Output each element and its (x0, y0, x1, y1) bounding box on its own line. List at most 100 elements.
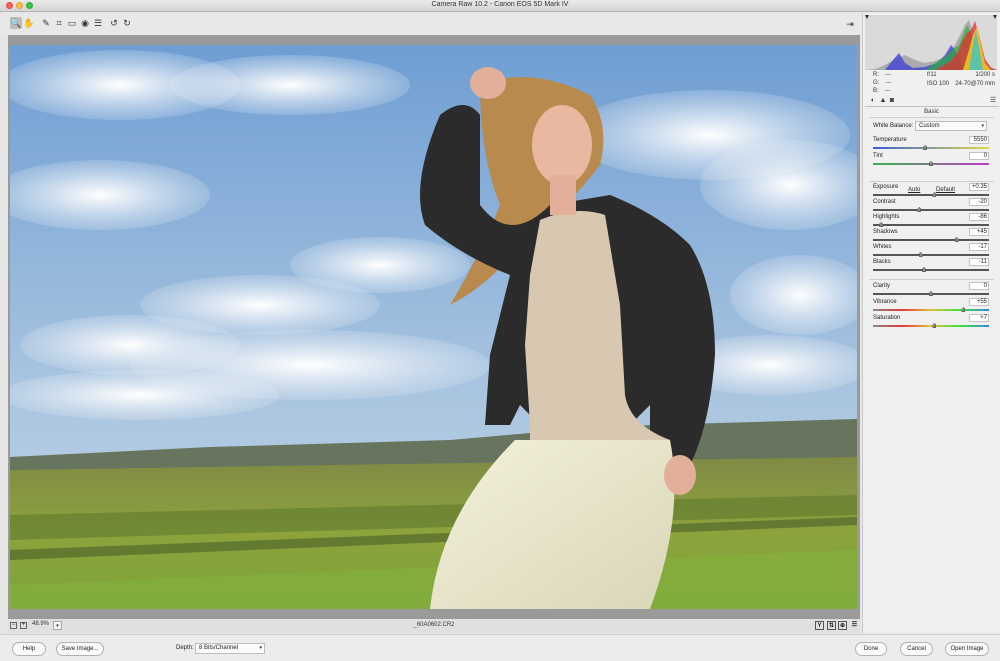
highlights-value-field[interactable]: -86 (969, 213, 989, 221)
tint-thumb[interactable] (929, 161, 933, 166)
toggle-fullscreen-icon[interactable]: ⇥ (844, 18, 856, 30)
depth-value: 8 Bits/Channel (199, 645, 239, 651)
swap-settings-icon[interactable]: ⇅ (827, 621, 836, 630)
panel-menu-icon[interactable]: ☰ (989, 97, 997, 105)
crop-tool-icon[interactable]: ⌗ (53, 17, 65, 29)
highlights-thumb[interactable] (879, 222, 884, 227)
g-label: G: (873, 80, 880, 86)
cancel-button[interactable]: Cancel (900, 642, 933, 656)
r-label: R: (873, 72, 879, 78)
window-title: Camera Raw 10.2 - Canon EOS 5D Mark IV (431, 1, 569, 8)
shadows-value-field[interactable]: +45 (969, 228, 989, 236)
clarity-value-field[interactable]: 0 (969, 282, 989, 290)
settings-menu-icon[interactable]: ☰ (850, 621, 859, 630)
view-toggle-before-after-icon[interactable]: Y (815, 621, 824, 630)
whites-thumb[interactable] (918, 252, 923, 257)
blacks-slider[interactable]: Blacks -11 (873, 258, 989, 273)
temperature-label: Temperature (873, 137, 907, 143)
histogram (865, 15, 997, 70)
white-balance-select[interactable]: Custom ▾ (915, 121, 987, 131)
saturation-slider[interactable]: Saturation +7 (873, 314, 989, 329)
highlights-track[interactable] (873, 224, 989, 226)
shadows-slider[interactable]: Shadows +45 (873, 228, 989, 243)
chevron-down-icon: ▾ (981, 123, 984, 129)
preview-status-bar: − + 48.9% ▾ _60A0602.CR2 Y ⇅ ⊕ ☰ (8, 619, 860, 633)
file-name: _60A0602.CR2 (413, 622, 455, 628)
vibrance-thumb[interactable] (961, 307, 966, 312)
contrast-track[interactable] (873, 209, 989, 211)
shadows-track[interactable] (873, 239, 989, 241)
done-button[interactable]: Done (855, 642, 887, 656)
highlights-slider[interactable]: Highlights -86 (873, 213, 989, 228)
camera-raw-window: Camera Raw 10.2 - Canon EOS 5D Mark IV 🔍… (0, 0, 1000, 661)
exposure-value-field[interactable]: +0.35 (969, 183, 989, 191)
vibrance-slider[interactable]: Vibrance +55 (873, 298, 989, 313)
tint-slider[interactable]: Tint 0 (873, 152, 989, 167)
saturation-track[interactable] (873, 325, 989, 327)
rotate-right-tool-icon[interactable]: ↻ (121, 17, 133, 29)
temperature-track[interactable] (873, 147, 989, 149)
shutter-speed: 1/200 s (975, 72, 995, 78)
depth-label: Depth: (176, 645, 194, 651)
exposure-thumb[interactable] (932, 192, 937, 197)
shadows-thumb[interactable] (954, 237, 959, 242)
toolbar: 🔍 ✋ ✎ ⌗ ▭ ◉ ☰ ↺ ↻ ⇥ (0, 13, 862, 35)
hand-tool-icon[interactable]: ✋ (23, 17, 35, 29)
aperture: f/11 (927, 72, 937, 78)
basic-tab-icon[interactable]: ◐ (869, 97, 877, 105)
vibrance-label: Vibrance (873, 299, 897, 305)
help-button[interactable]: Help (12, 642, 46, 656)
blacks-thumb[interactable] (922, 267, 927, 272)
contrast-value-field[interactable]: -20 (969, 198, 989, 206)
rotate-left-tool-icon[interactable]: ↺ (108, 17, 120, 29)
save-image-button[interactable]: Save Image... (56, 642, 104, 656)
vibrance-track[interactable] (873, 309, 989, 311)
copy-settings-icon[interactable]: ⊕ (838, 621, 847, 630)
divider (869, 181, 994, 182)
iso: ISO 100 (927, 81, 950, 87)
saturation-value-field[interactable]: +7 (969, 314, 989, 322)
camera-calibration-tab-icon[interactable]: ◙ (888, 97, 896, 105)
temperature-slider[interactable]: Temperature 5550 (873, 136, 989, 151)
whites-slider[interactable]: Whites -17 (873, 243, 989, 258)
tone-curve-tab-icon[interactable]: ▲ (879, 97, 887, 105)
camera-info: f/11 1/200 s ISO 100 24-70@70 mm (927, 71, 995, 89)
b-value: --- (884, 88, 891, 94)
blacks-label: Blacks (873, 259, 891, 265)
straighten-tool-icon[interactable]: ▭ (66, 17, 78, 29)
temperature-value-field[interactable]: 5550 (969, 136, 989, 144)
tint-value-field[interactable]: 0 (969, 152, 989, 160)
contrast-label: Contrast (873, 199, 896, 205)
tint-label: Tint (873, 153, 883, 159)
blacks-value-field[interactable]: -11 (969, 258, 989, 266)
white-balance-value: Custom (919, 123, 940, 129)
whites-track[interactable] (873, 254, 989, 256)
exposure-slider[interactable]: Exposure +0.35 (873, 183, 989, 198)
g-value: --- (885, 80, 892, 86)
clarity-slider[interactable]: Clarity 0 (873, 282, 989, 297)
temperature-thumb[interactable] (923, 145, 928, 150)
vibrance-value-field[interactable]: +55 (969, 298, 989, 306)
shadows-label: Shadows (873, 229, 898, 235)
chevron-down-icon: ▾ (259, 645, 262, 651)
redeye-tool-icon[interactable]: ◉ (79, 17, 91, 29)
contrast-slider[interactable]: Contrast -20 (873, 198, 989, 213)
zoom-tool-icon[interactable]: 🔍 (10, 17, 22, 29)
white-balance-tool-icon[interactable]: ✎ (40, 17, 52, 29)
blacks-track[interactable] (873, 269, 989, 271)
open-image-button[interactable]: Open Image (945, 642, 989, 656)
highlights-label: Highlights (873, 214, 900, 220)
depth-select[interactable]: 8 Bits/Channel ▾ (195, 643, 265, 654)
contrast-thumb[interactable] (917, 207, 922, 212)
whites-value-field[interactable]: -17 (969, 243, 989, 251)
saturation-thumb[interactable] (932, 323, 937, 328)
divider (869, 117, 994, 118)
b-label: B: (873, 88, 879, 94)
lens: 24-70@70 mm (955, 81, 995, 87)
title-bar: Camera Raw 10.2 - Canon EOS 5D Mark IV (0, 0, 1000, 12)
exposure-track[interactable] (873, 194, 989, 196)
preferences-tool-icon[interactable]: ☰ (92, 17, 104, 29)
whites-label: Whites (873, 244, 892, 250)
image-preview[interactable] (10, 45, 857, 609)
clarity-thumb[interactable] (929, 291, 933, 296)
